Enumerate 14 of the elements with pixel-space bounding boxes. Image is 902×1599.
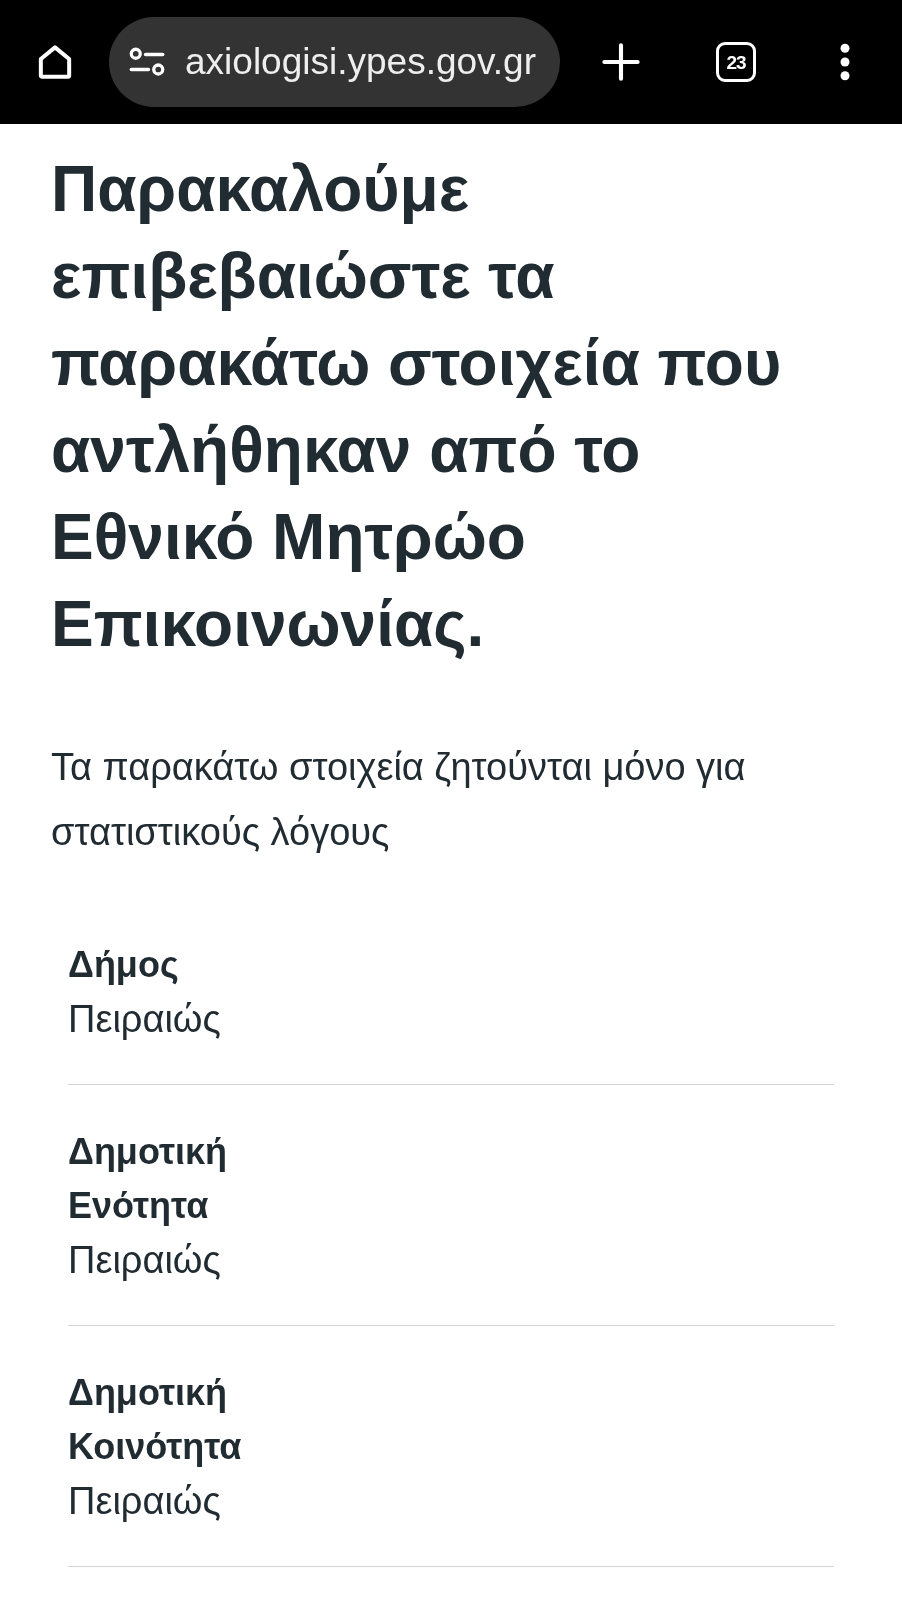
page-heading: Παρακαλούμε επιβεβαιώστε τα παρακάτω στοιχεία που αντλήθηκαν από το Εθνικό Μητρώο Επικοινωνίας. bbox=[51, 152, 783, 662]
field-label: Δήμος bbox=[68, 943, 180, 987]
url-text[interactable]: axiologisi.ypes.gov.gr bbox=[185, 34, 536, 90]
tab-count-button[interactable]: 23 bbox=[716, 42, 756, 82]
field-value: Πειραιώς bbox=[68, 1479, 221, 1524]
field-value: Πειραιώς bbox=[68, 997, 221, 1042]
sliders-icon[interactable] bbox=[129, 47, 165, 77]
field-value: Πειραιώς bbox=[68, 1238, 221, 1283]
more-menu-icon[interactable] bbox=[840, 43, 850, 81]
field-label: Δημοτική Ενότητα bbox=[68, 1130, 228, 1228]
intro-text: Τα παρακάτω στοιχεία ζητούνται μόνο για στατιστικούς λόγους bbox=[51, 745, 747, 855]
address-bar[interactable]: axiologisi.ypes.gov.gr bbox=[109, 17, 560, 107]
field-label: Δημοτική Κοινότητα bbox=[68, 1371, 243, 1469]
plus-icon[interactable] bbox=[602, 43, 640, 81]
